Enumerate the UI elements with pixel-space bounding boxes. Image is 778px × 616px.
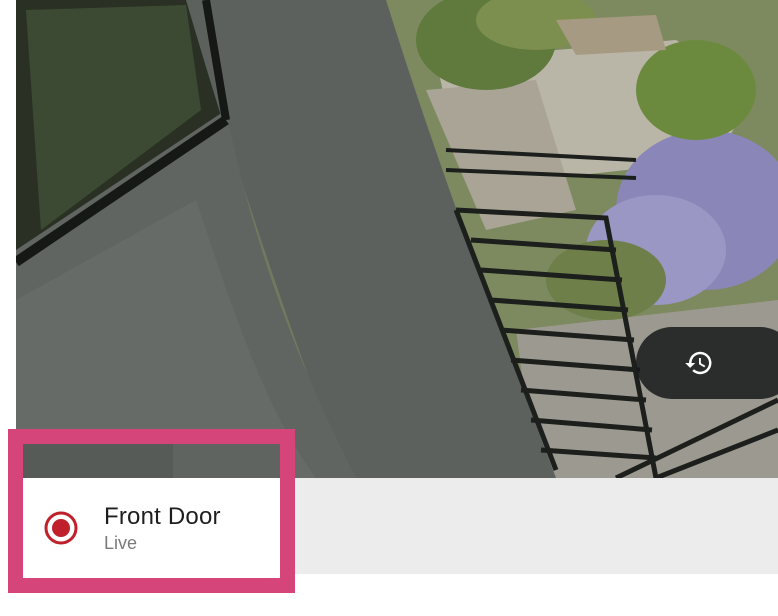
camera-live-feed[interactable] <box>16 0 778 478</box>
bottom-strip <box>0 593 778 616</box>
camera-text: Front Door Live <box>104 502 221 554</box>
history-icon <box>684 348 714 378</box>
camera-status: Live <box>104 533 138 553</box>
camera-row[interactable]: Front Door Live <box>44 498 221 558</box>
history-button[interactable] <box>636 327 778 399</box>
feed-strip-under-highlight <box>23 444 280 478</box>
camera-view-screen: Front Door Live <box>0 0 778 616</box>
camera-feed-image <box>16 0 778 478</box>
camera-name: Front Door <box>104 503 221 530</box>
record-indicator-icon <box>44 511 78 545</box>
